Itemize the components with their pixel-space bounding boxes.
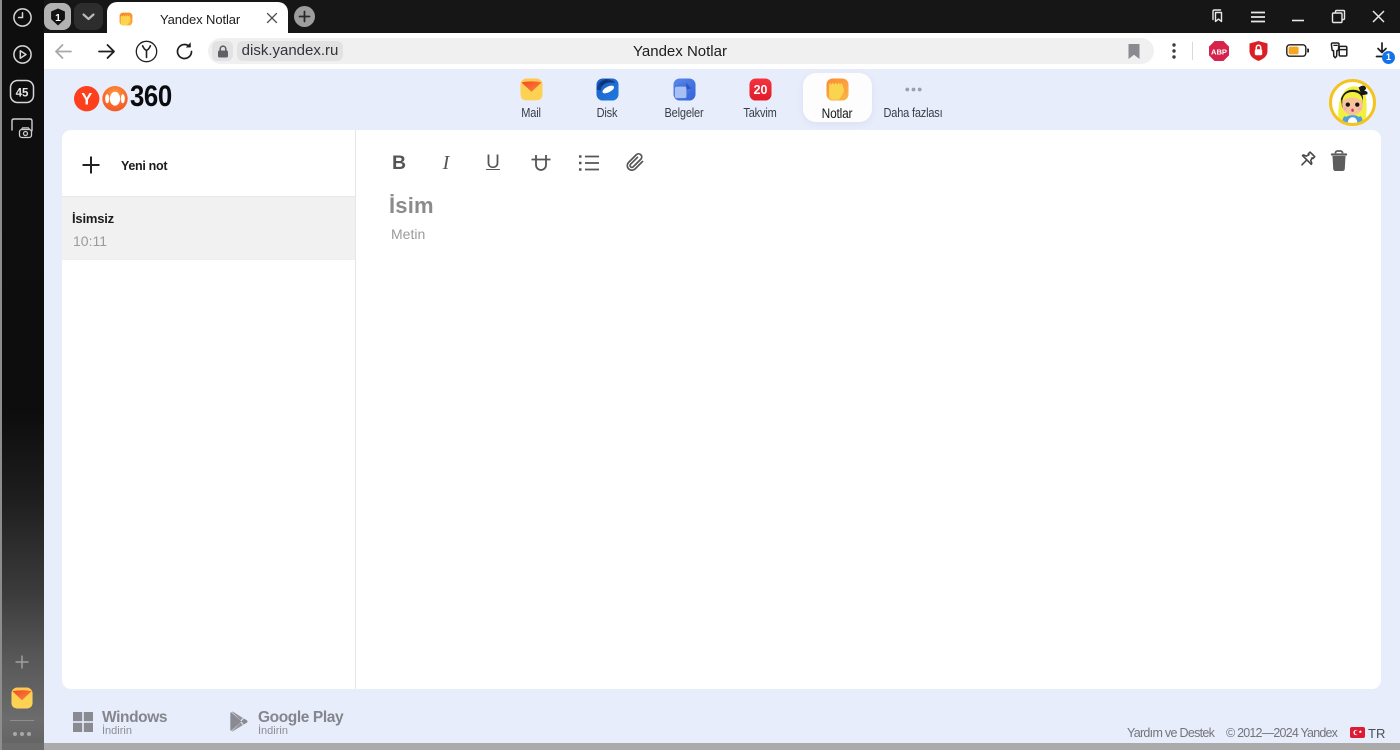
svg-text:45: 45	[16, 87, 29, 99]
svg-text:ABP: ABP	[1211, 48, 1227, 57]
svg-text:1: 1	[55, 12, 61, 23]
svg-text:Y: Y	[81, 91, 92, 109]
svg-text:20: 20	[753, 83, 767, 97]
